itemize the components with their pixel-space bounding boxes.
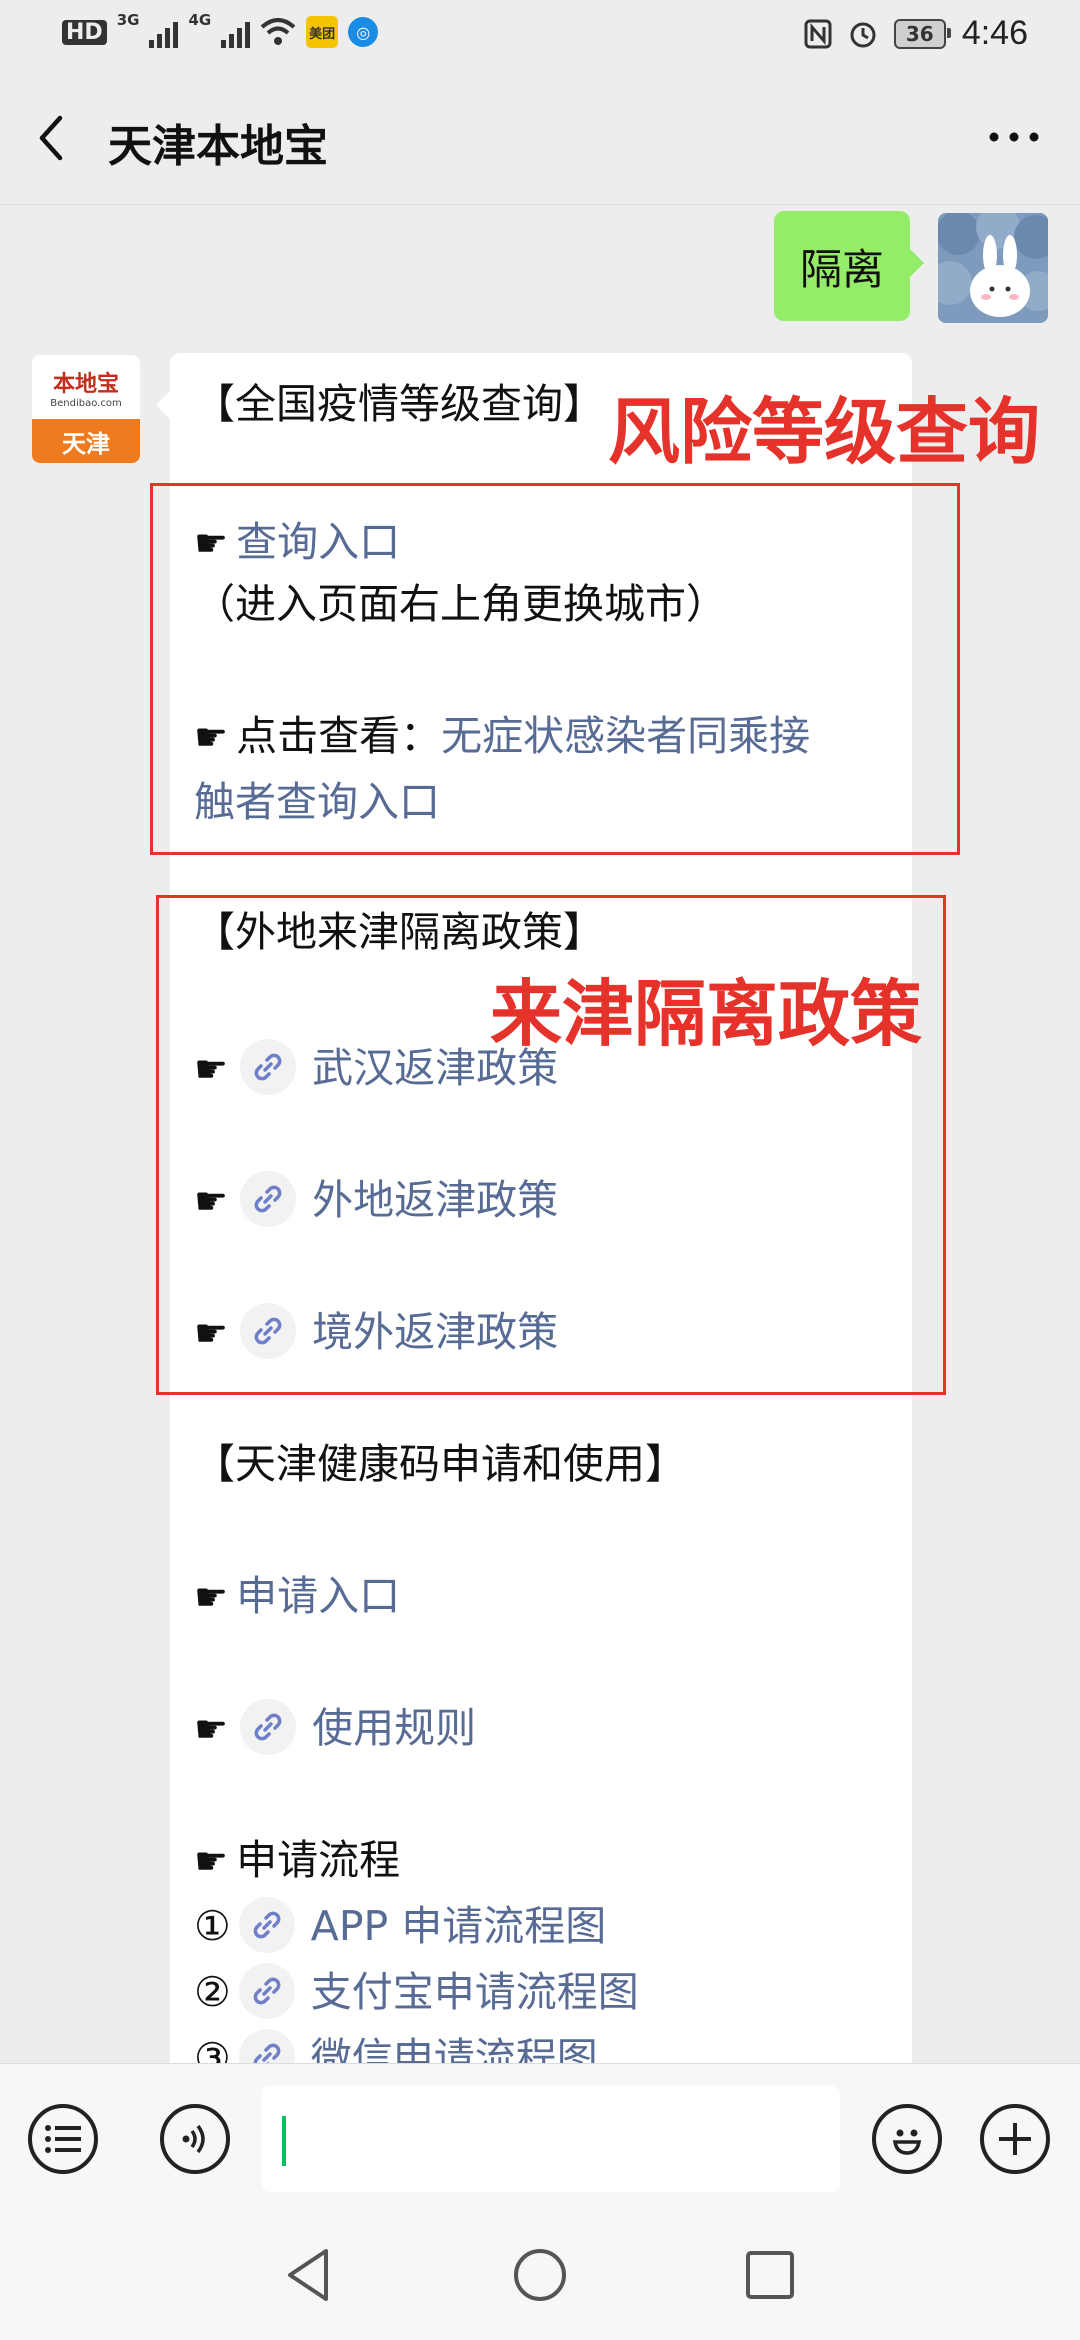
nav-recents-icon[interactable] [744, 2249, 796, 2301]
menu-list-icon[interactable] [28, 2104, 98, 2174]
list-item: ☛ 申请入口 [194, 1567, 400, 1626]
meituan-app-icon: 美团 [306, 16, 339, 48]
status-right: 36 4:46 [804, 14, 1028, 53]
nav-home-icon[interactable] [512, 2247, 568, 2303]
signal-1-icon [149, 16, 179, 48]
add-plus-icon[interactable] [980, 2104, 1050, 2174]
step-number: ② [194, 1968, 231, 2016]
list-item: ☛ 使用规则 [194, 1699, 476, 1759]
more-dots-icon[interactable] [984, 122, 1044, 152]
pointing-hand-icon: ☛ [194, 1575, 229, 1619]
user-message-bubble[interactable]: 隔离 [774, 211, 924, 321]
nfc-icon [804, 19, 832, 48]
annotation-box-isolation-policy [156, 895, 946, 1395]
alipay-process-link[interactable]: 支付宝申请流程图 [311, 1968, 639, 2016]
clock: 4:46 [961, 14, 1028, 52]
step-number: ③ [194, 2034, 231, 2063]
pointing-hand-icon: ☛ [194, 1707, 229, 1751]
app-process-link[interactable]: APP 申请流程图 [311, 1902, 607, 1950]
nav-back-icon[interactable] [282, 2245, 334, 2305]
wechat-process-link[interactable]: 微信申请流程图 [311, 2034, 598, 2063]
mini-program-link-icon [240, 1699, 297, 1755]
bot-avatar-city: 天津 [32, 419, 140, 463]
step-number: ① [194, 1902, 231, 1950]
system-nav-bar [0, 2215, 1080, 2340]
chat-area[interactable]: 隔离 本地宝 Bendibao.com 天津 【全国疫情等级查询】 ☛ 查询入口 … [0, 205, 1080, 2063]
signal-2-icon [221, 16, 251, 48]
emoji-icon[interactable] [872, 2104, 942, 2174]
mini-program-link-icon [238, 2029, 295, 2063]
bot-avatar-logo-text: 本地宝 [52, 371, 119, 397]
status-bar: HD 3G 4G 美团 ◎ 36 4:46 [0, 0, 1080, 72]
hd-indicator: HD [62, 19, 107, 45]
voice-icon[interactable] [160, 2104, 230, 2174]
page-title: 天津本地宝 [108, 121, 328, 172]
user-avatar[interactable] [938, 213, 1048, 323]
list-item: ③ 微信申请流程图 [194, 2029, 598, 2063]
mini-program-link-icon [238, 1963, 295, 2019]
wifi-icon [260, 18, 296, 45]
list-item: ② 支付宝申请流程图 [194, 1963, 639, 2023]
chat-header: 天津本地宝 [0, 72, 1080, 205]
list-item: ① APP 申请流程图 [194, 1897, 606, 1957]
pointing-hand-icon: ☛ [194, 1839, 229, 1883]
input-bar [0, 2063, 1080, 2216]
sim2-network-label: 4G [188, 11, 212, 29]
status-left: HD 3G 4G 美团 ◎ [62, 11, 379, 48]
section-title-health-code: 【天津健康码申请和使用】 [194, 1440, 686, 1488]
text-cursor [282, 2116, 286, 2166]
sim1-network-label: 3G [116, 11, 140, 29]
section-title-risk-query: 【全国疫情等级查询】 [194, 380, 604, 428]
list-item: ☛ 申请流程 [194, 1831, 400, 1890]
alarm-icon [850, 22, 876, 47]
message-input[interactable] [262, 2086, 840, 2192]
battery-indicator: 36 [893, 18, 951, 49]
browser-app-icon: ◎ [348, 17, 379, 47]
bot-avatar[interactable]: 本地宝 Bendibao.com 天津 [32, 355, 140, 463]
annotation-box-risk-query [150, 483, 960, 855]
mini-program-link-icon [238, 1897, 295, 1953]
apply-process-label: 申请流程 [236, 1836, 401, 1884]
annotation-risk-query: 风险等级查询 [608, 390, 1041, 474]
usage-rules-link[interactable]: 使用规则 [312, 1704, 476, 1752]
apply-entry-link[interactable]: 申请入口 [236, 1572, 400, 1620]
bot-avatar-domain: Bendibao.com [50, 397, 122, 409]
chevron-left-icon[interactable] [30, 112, 78, 164]
